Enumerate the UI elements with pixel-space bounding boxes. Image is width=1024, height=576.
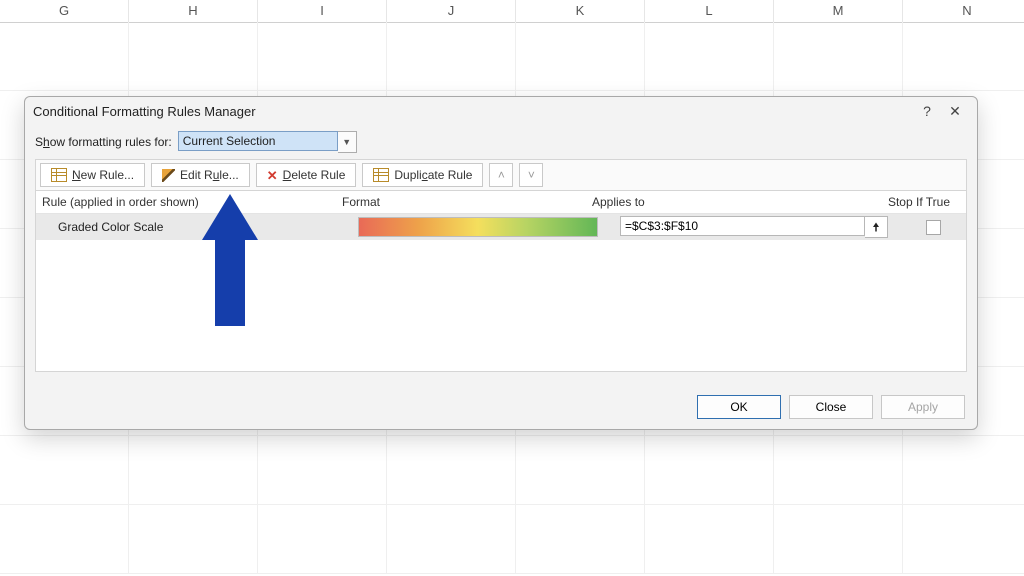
- col-header[interactable]: K: [516, 0, 645, 22]
- ok-button[interactable]: OK: [697, 395, 781, 419]
- col-header[interactable]: L: [645, 0, 774, 22]
- x-icon: ✕: [267, 169, 278, 182]
- move-up-button[interactable]: ˄: [489, 163, 513, 187]
- rules-list: Rule (applied in order shown) Format App…: [35, 191, 967, 372]
- header-applies-to: Applies to: [592, 195, 872, 209]
- rule-row[interactable]: Graded Color Scale: [36, 214, 966, 240]
- dialog-footer-buttons: OK Close Apply: [697, 395, 965, 419]
- chevron-down-icon[interactable]: ▼: [338, 131, 357, 153]
- show-rules-for-combo[interactable]: ▼: [178, 131, 357, 153]
- col-header[interactable]: J: [387, 0, 516, 22]
- delete-rule-button[interactable]: ✕ Delete Rule: [256, 163, 357, 187]
- edit-rule-button[interactable]: Edit Rule...: [151, 163, 250, 187]
- header-stop-if-true: Stop If True: [872, 195, 966, 209]
- header-format: Format: [342, 195, 592, 209]
- applies-to-input[interactable]: [620, 216, 865, 236]
- rule-name: Graded Color Scale: [36, 220, 358, 234]
- rules-toolbar: New Rule... Edit Rule... ✕ Delete Rule D…: [35, 159, 967, 191]
- duplicate-rule-button[interactable]: Duplicate Rule: [362, 163, 483, 187]
- column-headers: G H I J K L M N: [0, 0, 1024, 23]
- new-rule-button[interactable]: New Rule...: [40, 163, 145, 187]
- pencil-icon: [162, 169, 175, 182]
- format-preview-swatch: [358, 217, 598, 237]
- col-header[interactable]: G: [0, 0, 129, 22]
- dialog-title: Conditional Formatting Rules Manager: [33, 104, 913, 119]
- conditional-formatting-rules-manager-dialog: Conditional Formatting Rules Manager ? ✕…: [24, 96, 978, 430]
- range-picker-icon[interactable]: [865, 216, 888, 238]
- dialog-titlebar: Conditional Formatting Rules Manager ? ✕: [25, 97, 977, 125]
- table-icon: [51, 168, 67, 182]
- header-rule: Rule (applied in order shown): [36, 195, 342, 209]
- col-header[interactable]: N: [903, 0, 1024, 22]
- move-down-button[interactable]: ˅: [519, 163, 543, 187]
- apply-button[interactable]: Apply: [881, 395, 965, 419]
- close-icon[interactable]: ✕: [941, 103, 969, 120]
- table-icon: [373, 168, 389, 182]
- col-header[interactable]: I: [258, 0, 387, 22]
- col-header[interactable]: M: [774, 0, 903, 22]
- help-button[interactable]: ?: [913, 103, 941, 119]
- show-rules-for-label: Show formatting rules for:: [35, 135, 172, 149]
- col-header[interactable]: H: [129, 0, 258, 22]
- stop-if-true-checkbox[interactable]: [926, 220, 941, 235]
- show-rules-for-input[interactable]: [178, 131, 338, 151]
- close-button[interactable]: Close: [789, 395, 873, 419]
- rules-list-header: Rule (applied in order shown) Format App…: [36, 191, 966, 214]
